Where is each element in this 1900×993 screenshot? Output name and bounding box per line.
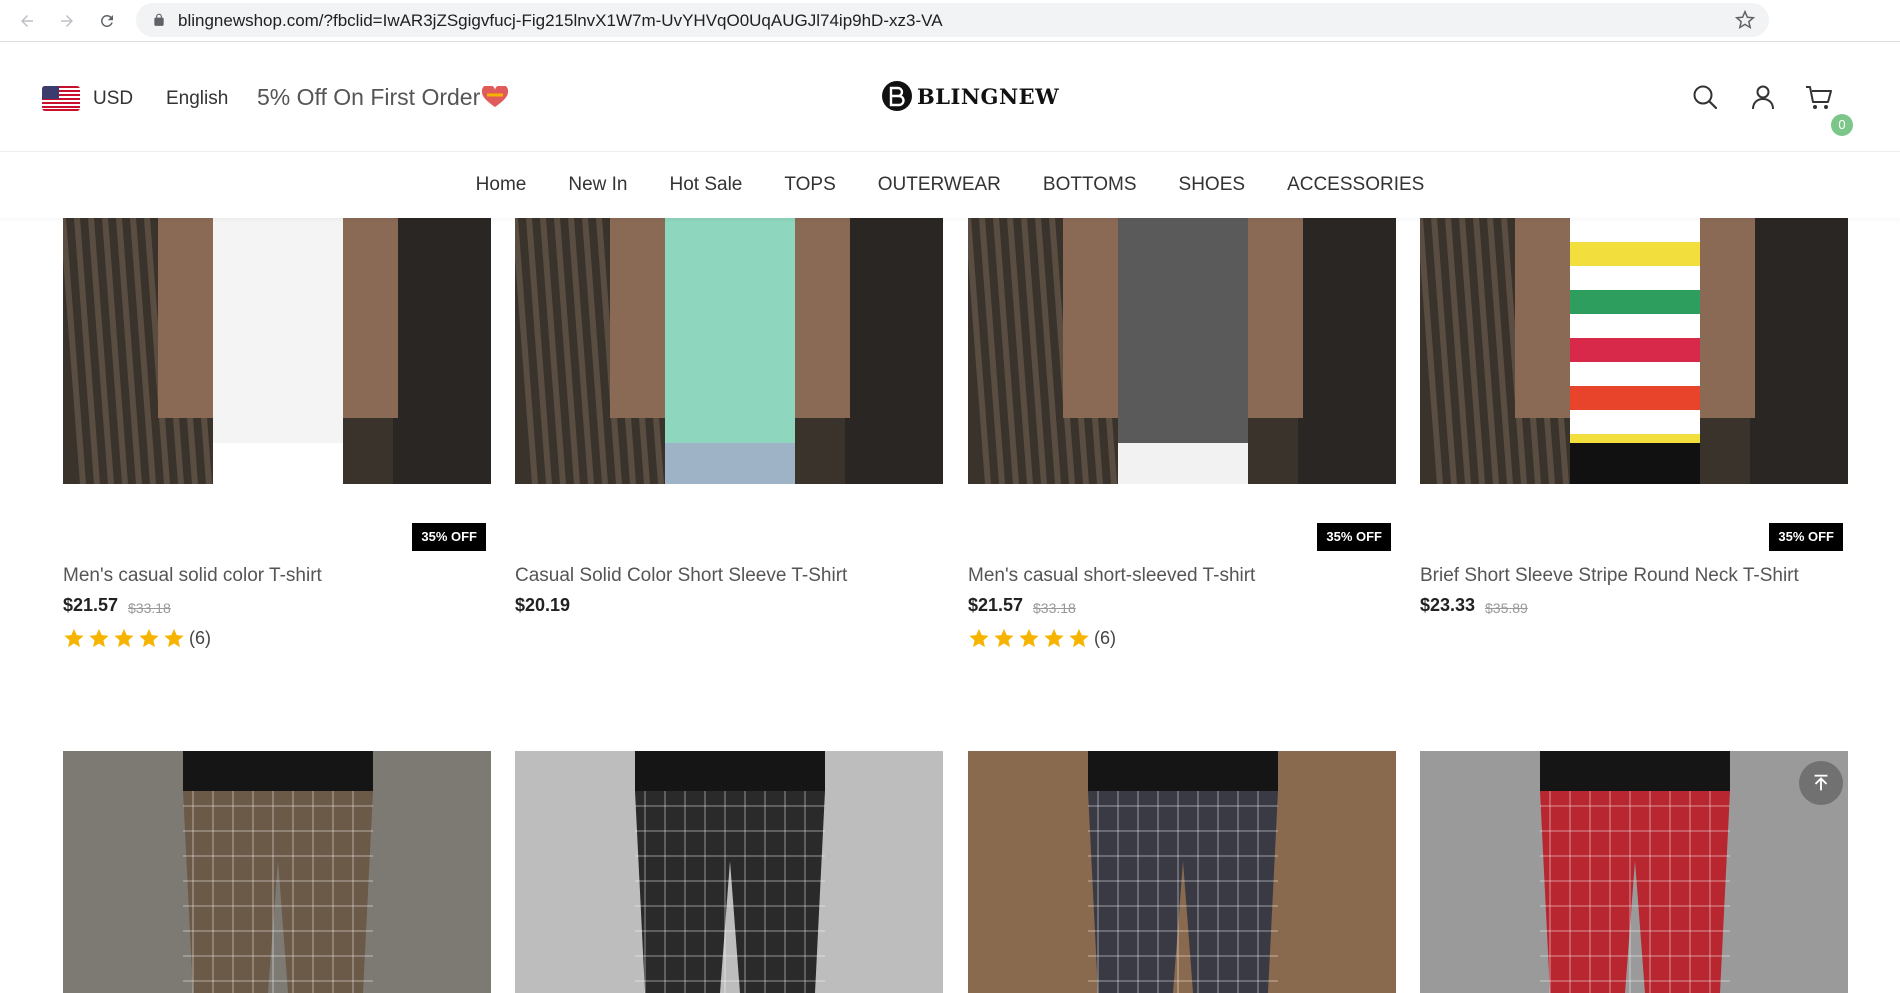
product-image[interactable] [515, 218, 943, 484]
currency-selector[interactable]: USD [93, 88, 133, 110]
star-icon [114, 628, 134, 648]
product-title[interactable]: Brief Short Sleeve Stripe Round Neck T-S… [1420, 565, 1799, 587]
browser-toolbar: blingnewshop.com/?fbclid=IwAR3jZSgigvfuc… [0, 0, 1900, 42]
discount-badge: 35% OFF [1769, 523, 1843, 551]
review-count: (6) [189, 627, 211, 648]
heart-icon [482, 86, 509, 107]
product-price: $20.19 [515, 595, 571, 615]
product-original-price: $35.89 [1485, 600, 1528, 616]
product-image[interactable] [515, 751, 943, 993]
star-icon [139, 628, 159, 648]
url-text[interactable]: blingnewshop.com/?fbclid=IwAR3jZSgigvfuc… [178, 11, 943, 31]
product-image[interactable] [1420, 751, 1848, 993]
logo-text: BLINGNEW [917, 83, 1060, 109]
product-price: $23.33 [1420, 595, 1476, 615]
back-to-top-button[interactable] [1799, 761, 1843, 805]
promo-text: 5% Off On First Order [257, 84, 481, 110]
language-selector[interactable]: English [166, 88, 228, 110]
nav-outerwear[interactable]: OUTERWEAR [857, 152, 1022, 218]
site-header: USD English 5% Off On First Order BLINGN… [0, 43, 1900, 152]
star-icon [164, 628, 184, 648]
forward-icon[interactable] [54, 8, 80, 34]
user-account-icon[interactable] [1748, 82, 1778, 112]
nav-shoes[interactable]: SHOES [1158, 152, 1267, 218]
product-price: $21.57 [968, 595, 1024, 615]
discount-badge: 35% OFF [1317, 523, 1391, 551]
cart-count-badge: 0 [1831, 114, 1853, 136]
nav-home[interactable]: Home [455, 152, 548, 218]
blingnew-logo-icon [882, 81, 912, 111]
product-image[interactable] [968, 218, 1396, 484]
site-logo[interactable]: BLINGNEW [881, 79, 1059, 113]
bookmark-star-icon[interactable] [1735, 10, 1755, 30]
product-original-price: $33.18 [128, 600, 171, 616]
product-title[interactable]: Men's casual short-sleeved T-shirt [968, 565, 1255, 587]
product-price: $21.57 [63, 595, 119, 615]
star-icon [969, 628, 989, 648]
product-image[interactable] [1420, 218, 1848, 484]
search-icon[interactable] [1690, 82, 1720, 112]
nav-bottoms[interactable]: BOTTOMS [1022, 152, 1158, 218]
product-image[interactable] [63, 218, 491, 484]
back-icon[interactable] [14, 8, 40, 34]
product-image[interactable] [63, 751, 491, 993]
rating-stars[interactable]: (6) [968, 627, 1116, 649]
reload-icon[interactable] [94, 8, 120, 34]
cart-icon[interactable] [1804, 82, 1834, 112]
star-icon [1044, 628, 1064, 648]
nav-accessories[interactable]: ACCESSORIES [1266, 152, 1445, 218]
nav-new-in[interactable]: New In [547, 152, 648, 218]
discount-badge: 35% OFF [412, 523, 486, 551]
arrow-up-icon [1814, 774, 1828, 791]
star-icon [89, 628, 109, 648]
product-title[interactable]: Casual Solid Color Short Sleeve T-Shirt [515, 565, 847, 587]
star-icon [994, 628, 1014, 648]
category-nav: Home New In Hot Sale TOPS OUTERWEAR BOTT… [0, 152, 1900, 218]
product-title[interactable]: Men's casual solid color T-shirt [63, 565, 322, 587]
address-bar[interactable]: blingnewshop.com/?fbclid=IwAR3jZSgigvfuc… [136, 3, 1769, 37]
star-icon [1069, 628, 1089, 648]
star-icon [64, 628, 84, 648]
star-icon [1019, 628, 1039, 648]
nav-tops[interactable]: TOPS [763, 152, 856, 218]
review-count: (6) [1094, 627, 1116, 648]
nav-hot-sale[interactable]: Hot Sale [648, 152, 763, 218]
rating-stars[interactable]: (6) [63, 627, 211, 649]
lock-icon [154, 13, 164, 26]
product-image[interactable] [968, 751, 1396, 993]
promo-banner[interactable]: 5% Off On First Order [257, 84, 509, 111]
product-original-price: $33.18 [1033, 600, 1076, 616]
us-flag-icon[interactable] [42, 86, 80, 111]
